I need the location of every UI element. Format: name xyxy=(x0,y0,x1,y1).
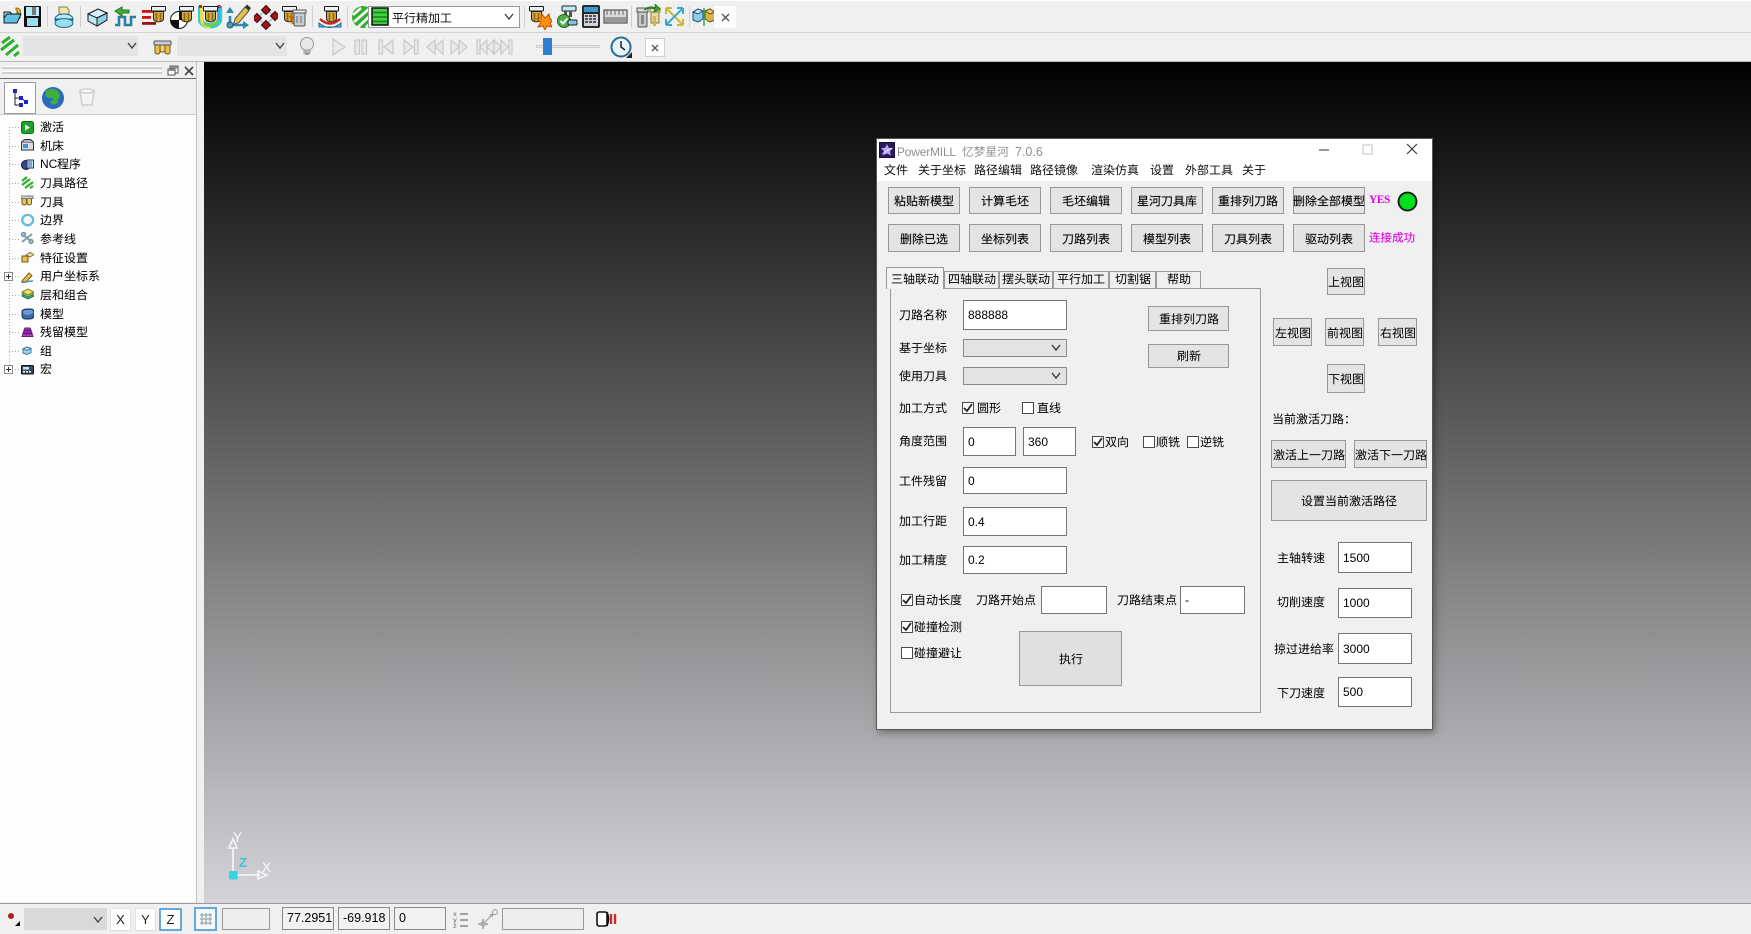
svg-text:z: z xyxy=(453,923,457,929)
svg-text:X: X xyxy=(262,860,271,875)
svg-text:Z: Z xyxy=(239,855,247,870)
svg-text:Y: Y xyxy=(233,830,242,845)
